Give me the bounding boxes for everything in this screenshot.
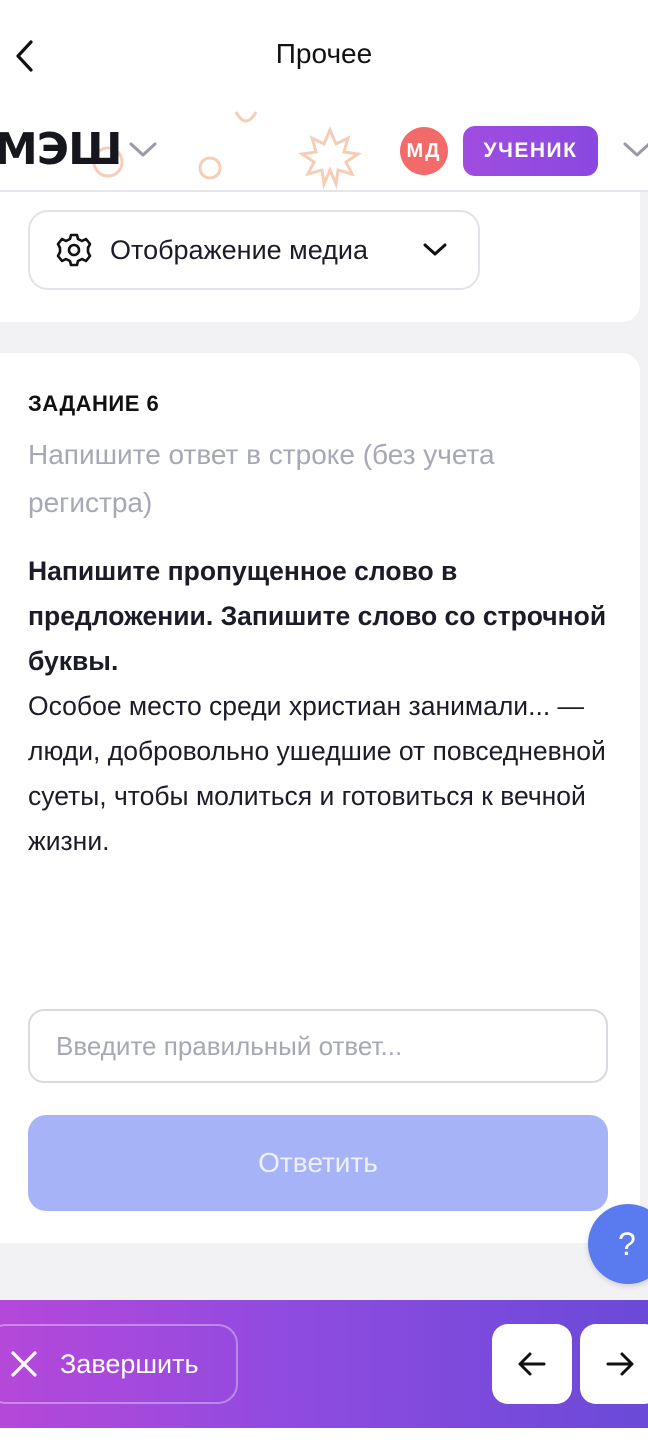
media-display-label: Отображение медиа [110, 234, 369, 265]
close-icon [11, 1351, 37, 1377]
prev-button[interactable] [492, 1324, 572, 1404]
question-icon: ? [618, 1225, 636, 1262]
page-title: Прочее [275, 38, 373, 69]
next-button[interactable] [580, 1324, 648, 1404]
chevron-down-icon[interactable] [128, 140, 158, 160]
finish-label: Завершить [60, 1348, 199, 1379]
media-display-dropdown[interactable]: Отображение медиа [28, 210, 480, 290]
top-bar: Прочее [0, 0, 648, 110]
avatar[interactable]: МД [400, 127, 448, 175]
logo[interactable]: МЭШ [0, 124, 122, 175]
task-instruction: Напишите пропущенное слово в предложении… [28, 556, 607, 676]
task-hint: Напишите ответ в строке (без учета регис… [28, 439, 495, 518]
role-badge[interactable]: УЧЕНИК [463, 126, 598, 176]
brand-bar: МЭШ МД УЧЕНИК [0, 110, 648, 192]
bottom-strip [0, 1428, 648, 1443]
bottom-bar: Завершить [0, 1300, 648, 1428]
task-card: ЗАДАНИЕ 6 Напишите ответ в строке (без у… [0, 353, 640, 1243]
task-text: Особое место среди христиан занимали... … [28, 691, 606, 856]
gear-icon [56, 233, 92, 267]
chevron-down-icon [423, 243, 447, 256]
arrow-right-icon [606, 1352, 634, 1376]
answer-input[interactable] [28, 1009, 608, 1083]
chevron-down-icon[interactable] [622, 140, 648, 160]
finish-button[interactable]: Завершить [0, 1324, 238, 1404]
task-body: Напишите пропущенное слово в предложении… [28, 549, 608, 864]
arrow-left-icon [518, 1352, 546, 1376]
submit-button[interactable]: Ответить [28, 1115, 608, 1211]
media-card: Отображение медиа [0, 192, 640, 322]
task-number: ЗАДАНИЕ 6 [28, 391, 160, 416]
